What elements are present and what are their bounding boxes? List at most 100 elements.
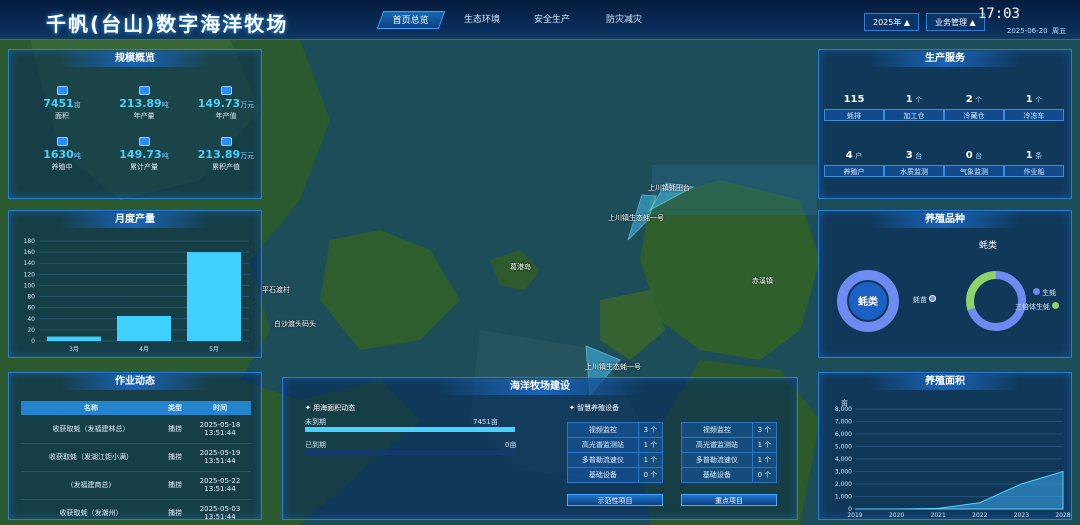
sea-expired-value: 0亩 bbox=[505, 441, 517, 449]
area-series bbox=[855, 470, 1064, 510]
y-tick-label: 20 bbox=[27, 327, 35, 334]
map-label: 白沙渡头码头 bbox=[274, 320, 316, 328]
caret-up-icon: ▲ bbox=[903, 18, 911, 27]
bar[interactable] bbox=[47, 336, 101, 341]
area-icon bbox=[56, 86, 68, 95]
x-tick-label: 2028 bbox=[1055, 512, 1070, 519]
map-label[interactable]: 上川镇生态蚝一号 bbox=[585, 362, 641, 372]
x-tick-label: 4月 bbox=[139, 346, 149, 353]
panel-title: 生产服务 bbox=[869, 51, 1021, 67]
col-time: 时间 bbox=[189, 401, 251, 415]
legend-dot-icon bbox=[1052, 302, 1060, 309]
clock-time: 17:03 bbox=[977, 6, 1020, 22]
legend-dot-icon bbox=[929, 295, 937, 302]
output-icon bbox=[138, 86, 150, 95]
build-panel: 海洋牧场建设 ✦ 用海面积动态 未到期 7451亩 已到期 0亩 ✦ 智慧养殖设… bbox=[282, 377, 798, 520]
table-row[interactable]: (发福建商总) 捕捞 2025-05-22 13:51:44 bbox=[21, 471, 251, 500]
species-donut-left: 蚝类 bbox=[837, 270, 899, 332]
col-type: 类型 bbox=[161, 401, 189, 415]
donut-center-label: 蚝类 bbox=[858, 295, 878, 308]
service-item[interactable]: 1 个冷冻车 bbox=[1004, 94, 1064, 121]
y-tick-label: 4,000 bbox=[835, 456, 852, 463]
legend-oyster-seed: 蚝苗 bbox=[913, 295, 937, 305]
service-item[interactable]: 4 户养殖户 bbox=[824, 150, 884, 177]
table-row[interactable]: 收获取蚝（发福建林总） 捕捞 2025-05-18 13:51:44 bbox=[21, 415, 251, 444]
equip-table-left: 视频监控 3 个 高光谱监测站 1 个 多普勒流速仪 1 个 基础设备 0 个 bbox=[567, 422, 664, 483]
tab-overview[interactable]: 首页总览 bbox=[376, 11, 446, 29]
x-tick-label: 5月 bbox=[209, 346, 219, 353]
demo-project-button[interactable]: 示范性项目 bbox=[567, 494, 663, 506]
caret-up-icon: ▲ bbox=[969, 18, 976, 27]
species-panel: 养殖品种 蚝类 蚝类 蚝苗 生蚝 三倍体生蚝 bbox=[818, 210, 1072, 358]
panel-title: 养殖面积 bbox=[869, 374, 1021, 390]
map-label[interactable]: 上川镇蚝田台 bbox=[648, 183, 690, 193]
equip-table-right: 视频监控 3 个 高光谱监测站 1 个 多普勒流速仪 1 个 基础设备 0 个 bbox=[681, 422, 778, 483]
scale-panel: 规模概览 bbox=[8, 49, 262, 199]
panel-title: 作业动态 bbox=[59, 374, 211, 390]
stat-area: 7451亩 面积 bbox=[22, 86, 102, 121]
progress-bar bbox=[305, 450, 515, 455]
y-tick-label: 140 bbox=[24, 260, 36, 267]
y-tick-label: 80 bbox=[27, 294, 35, 301]
bar[interactable] bbox=[117, 316, 171, 341]
bar[interactable] bbox=[187, 252, 241, 341]
col-name: 名称 bbox=[21, 401, 161, 415]
monthly-bar-chart: 0 20 40 60 80 100 120 140 160 180 3月 4月 5月 bbox=[24, 238, 249, 353]
key-project-button[interactable]: 重点项目 bbox=[681, 494, 777, 506]
table-row[interactable]: 收获取蚝（发潮州） 捕捞 2025-05-03 13:51:44 bbox=[21, 499, 251, 525]
value-icon bbox=[220, 86, 232, 95]
stat-farming: 1630吨 养殖中 bbox=[22, 137, 102, 172]
stat-output: 213.89吨 年产量 bbox=[104, 86, 184, 121]
y-tick-label: 0 bbox=[31, 338, 35, 345]
panel-title: 海洋牧场建设 bbox=[437, 379, 643, 395]
y-tick-label: 3,000 bbox=[835, 469, 852, 476]
x-tick-label: 2020 bbox=[889, 512, 904, 519]
tab-ecology[interactable]: 生态环境 bbox=[452, 11, 512, 29]
y-tick-label: 7,000 bbox=[835, 419, 852, 426]
x-tick-label: 3月 bbox=[69, 346, 79, 353]
service-item[interactable]: 115 蚝排 bbox=[824, 94, 884, 121]
y-tick-label: 100 bbox=[24, 282, 36, 289]
sea-expiry-label: 未到期 bbox=[305, 418, 326, 426]
stat-value: 149.73万元 年产值 bbox=[186, 86, 266, 121]
total-output-icon bbox=[138, 137, 150, 146]
y-tick-label: 40 bbox=[27, 316, 35, 323]
map-label: 赤溪镇 bbox=[752, 277, 773, 285]
area-panel: 养殖面积 亩 0 1,000 2,000 3,000 4,000 5,000 6,000 7,0… bbox=[818, 372, 1072, 520]
monthly-panel: 月度产量 0 20 40 60 80 100 120 140 160 180 3月 4月 5月 bbox=[8, 210, 262, 358]
legend-oyster: 生蚝 bbox=[1033, 288, 1056, 298]
panel-title: 规模概览 bbox=[59, 51, 211, 67]
y-tick-label: 5,000 bbox=[835, 444, 852, 451]
y-tick-label: 160 bbox=[24, 249, 36, 256]
ops-panel: 作业动态 名称 类型 时间 收获取蚝（发福建林总） 捕捞 2025-05-18 13:5… bbox=[8, 372, 262, 525]
table-row[interactable]: 收获取蚝（发湖江钜小满） 捕捞 2025-05-19 13:51:44 bbox=[21, 443, 251, 472]
area-chart: 亩01,0002,0003,0004,0005,0006,0007,0008,0… bbox=[835, 398, 1071, 519]
service-item[interactable]: 1 条作业船 bbox=[1004, 150, 1064, 177]
tab-disaster[interactable]: 防灾减灾 bbox=[594, 11, 654, 29]
sea-expiry-value: 7451亩 bbox=[473, 418, 498, 426]
service-item[interactable]: 3 台水质监测 bbox=[884, 150, 944, 177]
stat-total-value: 213.89万元 累积产值 bbox=[186, 137, 266, 172]
app-title: 千帆(台山)数字海洋牧场 bbox=[46, 12, 289, 36]
panel-title: 月度产量 bbox=[59, 212, 211, 228]
y-tick-label: 2,000 bbox=[835, 481, 852, 488]
tab-safety[interactable]: 安全生产 bbox=[522, 11, 582, 29]
y-tick-label: 6,000 bbox=[835, 431, 852, 438]
x-tick-label: 2021 bbox=[931, 512, 946, 519]
y-tick-label: 60 bbox=[27, 305, 35, 312]
x-tick-label: 2023 bbox=[1014, 512, 1029, 519]
farming-icon bbox=[56, 137, 68, 146]
legend-dot-icon bbox=[1033, 288, 1040, 295]
species-donut-right bbox=[966, 271, 1026, 331]
service-item[interactable]: 0 台气象监测 bbox=[944, 150, 1004, 177]
sea-expired-label: 已到期 bbox=[305, 441, 326, 449]
business-select[interactable]: 业务管理 ▲ bbox=[926, 13, 985, 31]
service-item[interactable]: 2 个冷藏仓 bbox=[944, 94, 1004, 121]
equip-title: ✦ 智慧养殖设备 bbox=[569, 404, 620, 412]
panel-title: 养殖品种 bbox=[869, 212, 1021, 228]
ops-table: 名称 类型 时间 收获取蚝（发福建林总） 捕捞 2025-05-18 13:51:44 … bbox=[21, 401, 251, 525]
service-item[interactable]: 1 个加工仓 bbox=[884, 94, 944, 121]
map-label[interactable]: 上川镇生态蚝一号 bbox=[608, 213, 664, 223]
y-tick-label: 8,000 bbox=[835, 406, 852, 413]
year-select[interactable]: 2025年 ▲ bbox=[864, 13, 920, 31]
